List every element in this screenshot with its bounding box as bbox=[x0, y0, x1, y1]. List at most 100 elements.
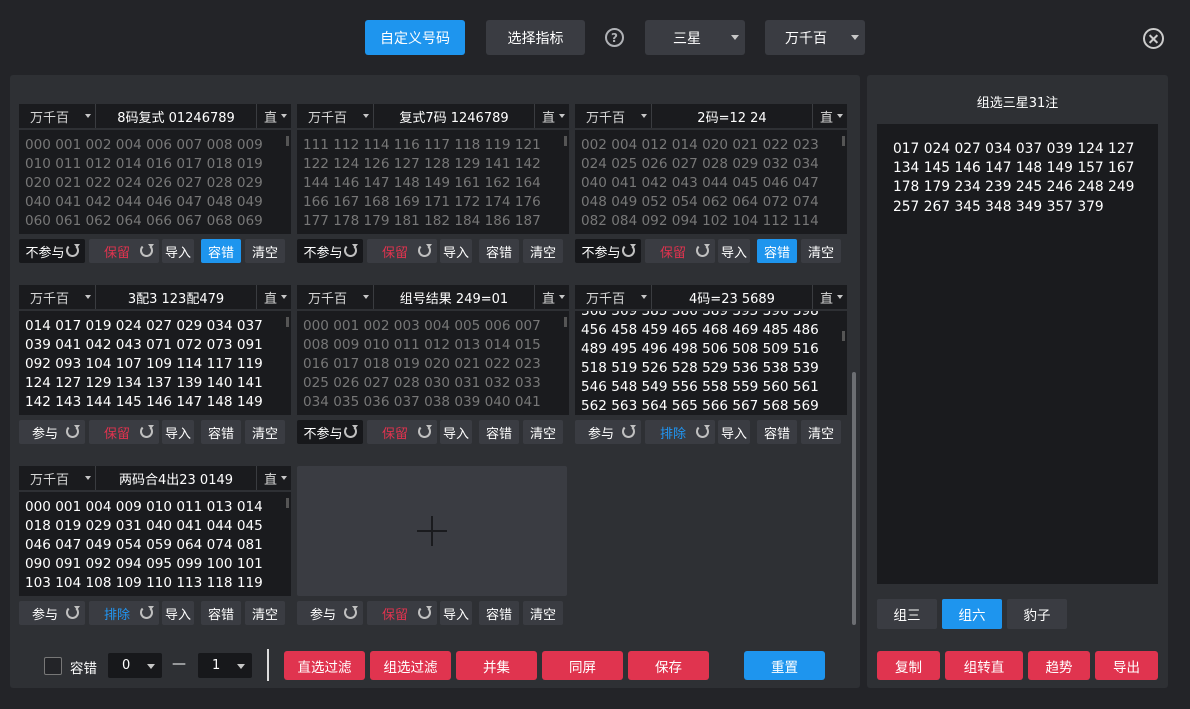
participate-toggle[interactable]: 不参与 bbox=[575, 239, 641, 263]
participate-toggle[interactable]: 参与 bbox=[19, 420, 85, 444]
number-list[interactable]: 000 001 002 003 004 005 006 007 008 009 … bbox=[297, 311, 569, 415]
scrollbar[interactable] bbox=[564, 317, 567, 327]
tab-leopard[interactable]: 豹子 bbox=[1007, 599, 1067, 629]
result-list[interactable]: 017 024 027 034 037 039 124 127 134 145 … bbox=[877, 124, 1158, 584]
keep-toggle[interactable]: 排除 bbox=[645, 420, 715, 444]
export-button[interactable]: 导出 bbox=[1095, 651, 1158, 680]
clear-button[interactable]: 清空 bbox=[523, 601, 563, 625]
tolerance-from-select[interactable]: 0 bbox=[108, 653, 162, 678]
tolerance-button[interactable]: 容错 bbox=[201, 239, 241, 263]
scrollbar[interactable] bbox=[842, 331, 845, 341]
keep-toggle[interactable]: 排除 bbox=[89, 601, 159, 625]
add-condition-card[interactable] bbox=[297, 466, 567, 596]
number-list[interactable]: 000 001 002 004 006 007 008 009 010 011 … bbox=[19, 130, 291, 234]
keep-toggle[interactable]: 保留 bbox=[89, 420, 159, 444]
import-button[interactable]: 导入 bbox=[162, 239, 194, 263]
scrollbar[interactable] bbox=[852, 372, 856, 625]
import-button[interactable]: 导入 bbox=[162, 601, 194, 625]
tolerance-to-select[interactable]: 1 bbox=[198, 653, 252, 678]
group-to-direct-button[interactable]: 组转直 bbox=[945, 651, 1023, 680]
position-select[interactable]: 万千百 bbox=[19, 104, 96, 128]
keep-toggle[interactable]: 保留 bbox=[367, 601, 437, 625]
tab-group-six[interactable]: 组六 bbox=[942, 599, 1002, 629]
position-select[interactable]: 万千百 bbox=[297, 285, 374, 309]
tab-group-three[interactable]: 组三 bbox=[877, 599, 937, 629]
position-select[interactable]: 万千百 bbox=[575, 104, 652, 128]
number-list[interactable]: 002 004 012 014 020 021 022 023 024 025 … bbox=[575, 130, 847, 234]
clear-button[interactable]: 清空 bbox=[801, 239, 841, 263]
import-button[interactable]: 导入 bbox=[718, 420, 750, 444]
scrollbar[interactable] bbox=[286, 498, 289, 508]
scrollbar[interactable] bbox=[564, 136, 567, 146]
type-select[interactable]: 直 bbox=[256, 104, 291, 128]
position-select[interactable]: 万千百 bbox=[575, 285, 652, 309]
custom-code-button[interactable]: 自定义号码 bbox=[365, 20, 465, 55]
position-select[interactable]: 万千百 bbox=[297, 104, 374, 128]
number-list[interactable]: 014 017 019 024 027 029 034 037 039 041 … bbox=[19, 311, 291, 415]
tolerance-button[interactable]: 容错 bbox=[479, 239, 519, 263]
keep-toggle[interactable]: 保留 bbox=[645, 239, 715, 263]
keep-toggle[interactable]: 保留 bbox=[89, 239, 159, 263]
clear-button[interactable]: 清空 bbox=[801, 420, 841, 444]
save-button[interactable]: 保存 bbox=[628, 651, 709, 680]
import-button[interactable]: 导入 bbox=[162, 420, 194, 444]
tolerance-button[interactable]: 容错 bbox=[201, 420, 241, 444]
type-select[interactable]: 直 bbox=[256, 285, 291, 309]
copy-button[interactable]: 复制 bbox=[877, 651, 940, 680]
participate-toggle[interactable]: 不参与 bbox=[297, 239, 363, 263]
clear-button[interactable]: 清空 bbox=[245, 420, 285, 444]
number-list[interactable]: 368 369 385 386 389 395 396 398 456 458 … bbox=[575, 311, 847, 415]
condition-title[interactable]: 复式7码 1246789 bbox=[374, 104, 534, 128]
type-select[interactable]: 直 bbox=[534, 104, 569, 128]
participate-toggle[interactable]: 参与 bbox=[19, 601, 85, 625]
tolerance-button[interactable]: 容错 bbox=[201, 601, 241, 625]
clear-button[interactable]: 清空 bbox=[523, 239, 563, 263]
participate-toggle[interactable]: 参与 bbox=[575, 420, 641, 444]
scrollbar[interactable] bbox=[842, 136, 845, 146]
import-button[interactable]: 导入 bbox=[440, 420, 472, 444]
participate-toggle[interactable]: 参与 bbox=[297, 601, 363, 625]
participate-toggle[interactable]: 不参与 bbox=[19, 239, 85, 263]
condition-title[interactable]: 4码=23 5689 bbox=[652, 285, 812, 309]
union-button[interactable]: 并集 bbox=[456, 651, 537, 680]
condition-title[interactable]: 3配3 123配479 bbox=[96, 285, 256, 309]
import-button[interactable]: 导入 bbox=[718, 239, 750, 263]
tolerance-button[interactable]: 容错 bbox=[757, 239, 797, 263]
type-select[interactable]: 直 bbox=[534, 285, 569, 309]
import-button[interactable]: 导入 bbox=[440, 601, 472, 625]
participate-toggle[interactable]: 不参与 bbox=[297, 420, 363, 444]
position-select[interactable]: 万千百 bbox=[765, 20, 865, 55]
import-button[interactable]: 导入 bbox=[440, 239, 472, 263]
keep-toggle[interactable]: 保留 bbox=[367, 420, 437, 444]
group-filter-button[interactable]: 组选过滤 bbox=[370, 651, 451, 680]
trend-button[interactable]: 趋势 bbox=[1028, 651, 1090, 680]
select-indicator-button[interactable]: 选择指标 bbox=[486, 20, 585, 55]
scrollbar[interactable] bbox=[286, 136, 289, 146]
number-list[interactable]: 111 112 114 116 117 118 119 121 122 124 … bbox=[297, 130, 569, 234]
tolerance-checkbox[interactable] bbox=[44, 657, 62, 675]
condition-title[interactable]: 两码合4出23 0149 bbox=[96, 466, 256, 490]
close-icon[interactable] bbox=[1143, 28, 1164, 49]
position-select[interactable]: 万千百 bbox=[19, 466, 96, 490]
tolerance-button[interactable]: 容错 bbox=[479, 420, 519, 444]
keep-toggle[interactable]: 保留 bbox=[367, 239, 437, 263]
same-screen-button[interactable]: 同屏 bbox=[542, 651, 623, 680]
clear-button[interactable]: 清空 bbox=[245, 601, 285, 625]
tolerance-button[interactable]: 容错 bbox=[479, 601, 519, 625]
condition-title[interactable]: 组号结果 249=01 bbox=[374, 285, 534, 309]
help-icon[interactable]: ? bbox=[605, 28, 624, 47]
direct-filter-button[interactable]: 直选过滤 bbox=[284, 651, 365, 680]
position-select[interactable]: 万千百 bbox=[19, 285, 96, 309]
clear-button[interactable]: 清空 bbox=[523, 420, 563, 444]
mode-select[interactable]: 三星 bbox=[645, 20, 745, 55]
scrollbar[interactable] bbox=[286, 317, 289, 327]
clear-button[interactable]: 清空 bbox=[245, 239, 285, 263]
condition-title[interactable]: 2码=12 24 bbox=[652, 104, 812, 128]
type-select[interactable]: 直 bbox=[812, 104, 847, 128]
type-select[interactable]: 直 bbox=[812, 285, 847, 309]
condition-title[interactable]: 8码复式 01246789 bbox=[96, 104, 256, 128]
tolerance-button[interactable]: 容错 bbox=[757, 420, 797, 444]
number-list[interactable]: 000 001 004 009 010 011 013 014 018 019 … bbox=[19, 492, 291, 596]
type-select[interactable]: 直 bbox=[256, 466, 291, 490]
reset-button[interactable]: 重置 bbox=[744, 651, 825, 680]
